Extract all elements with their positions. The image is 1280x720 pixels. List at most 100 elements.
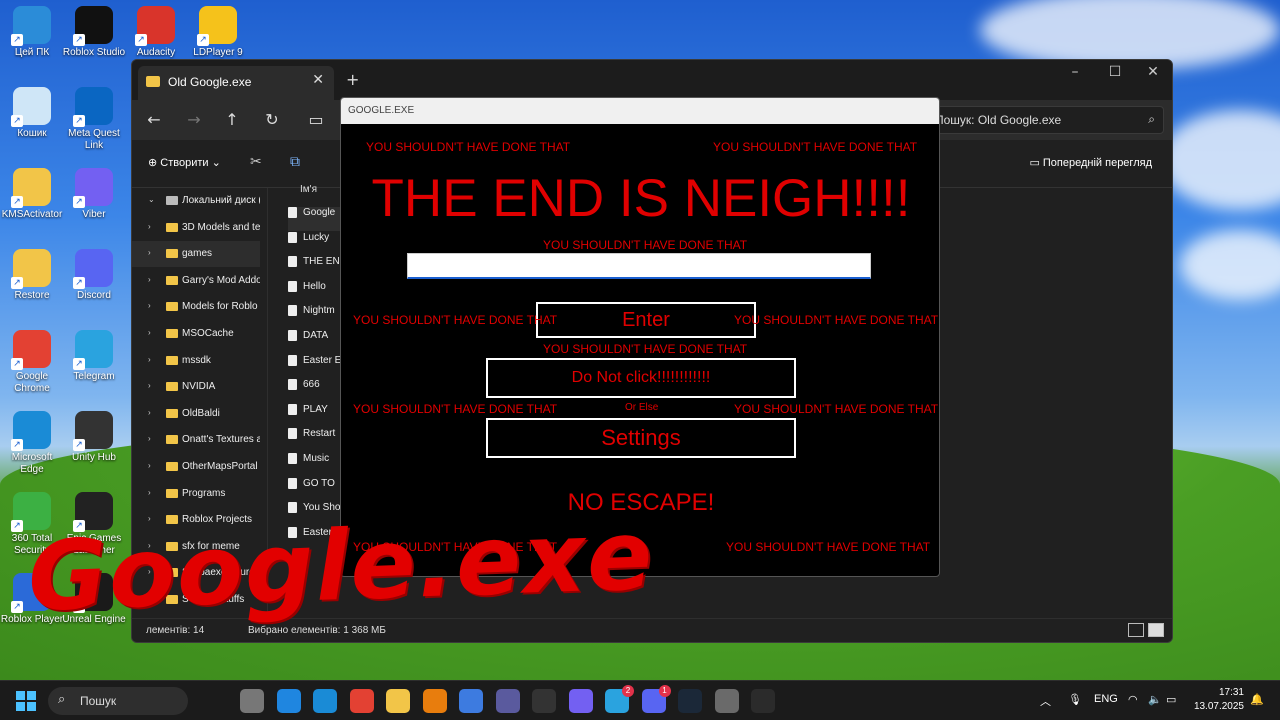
sidebar-item[interactable]: ⌄ Локальний диск (l: [132, 188, 260, 214]
sidebar-item[interactable]: › 3D Models and te: [132, 215, 260, 241]
copy-icon[interactable]: ⧉: [290, 154, 300, 170]
refresh-icon[interactable]: ↻: [260, 110, 284, 129]
chevron-icon[interactable]: ›: [148, 222, 151, 231]
discord-icon[interactable]: 1: [641, 685, 671, 713]
sidebar-item[interactable]: › mssdk: [132, 348, 260, 374]
desktop-icon[interactable]: ↗ Restore: [0, 249, 64, 302]
chevron-icon[interactable]: ›: [148, 355, 151, 364]
forward-arrow-icon[interactable]: →: [182, 110, 206, 129]
desktop-icon[interactable]: ↗ Discord: [62, 249, 126, 302]
edge-icon[interactable]: [313, 689, 337, 713]
chevron-icon[interactable]: ›: [148, 275, 151, 284]
desktop-icon[interactable]: ↗ Viber: [62, 168, 126, 221]
up-arrow-icon[interactable]: ↑: [220, 110, 244, 129]
search-input[interactable]: Пошук: Old Google.exe ⌕: [928, 106, 1164, 134]
close-tab-icon[interactable]: ✕: [312, 72, 324, 88]
language-indicator[interactable]: ENG: [1094, 693, 1118, 705]
desktop-icon[interactable]: ↗ Unity Hub: [62, 411, 126, 464]
close-window-button[interactable]: ✕: [1138, 64, 1168, 80]
file-list-item[interactable]: Music: [288, 453, 329, 477]
tiles-view-icon[interactable]: [1148, 623, 1164, 637]
desktop-icon[interactable]: ↗ Google Chrome: [0, 330, 64, 395]
eyedropper-icon[interactable]: [459, 689, 483, 713]
monitor-icon[interactable]: ▭: [304, 110, 328, 129]
desktop-icon[interactable]: ↗ Telegram: [62, 330, 126, 383]
chevron-icon[interactable]: ›: [148, 434, 151, 443]
taskbar-search[interactable]: ⌕ Пошук: [48, 687, 188, 715]
telegram-icon[interactable]: 2: [605, 685, 634, 713]
explorer-titlebar[interactable]: Old Google.exe ✕ + – ☐ ✕: [132, 60, 1172, 100]
desktop-icon[interactable]: ↗ Microsoft Edge: [0, 411, 64, 476]
sidebar-item[interactable]: › MSOCache: [132, 321, 260, 347]
chevron-icon[interactable]: ›: [148, 461, 151, 470]
desktop-icon[interactable]: ↗ Roblox Studio: [62, 6, 126, 59]
new-tab-button[interactable]: +: [346, 70, 359, 89]
volume-icon[interactable]: 🔈: [1148, 693, 1162, 706]
chevron-icon[interactable]: ›: [148, 488, 151, 497]
file-list-item[interactable]: PLAY: [288, 403, 328, 428]
cut-icon[interactable]: ✂: [250, 154, 262, 170]
file-list-item[interactable]: Restart: [288, 428, 335, 452]
answer-input[interactable]: [407, 253, 871, 279]
desktop-icon[interactable]: ↗ LDPlayer 9: [186, 6, 250, 59]
settings-icon[interactable]: [714, 689, 739, 713]
maximize-button[interactable]: ☐: [1100, 64, 1130, 80]
terminal-icon[interactable]: [532, 689, 556, 713]
sidebar-item[interactable]: › games: [132, 241, 260, 268]
chevron-icon[interactable]: ›: [148, 248, 151, 257]
start-button[interactable]: [16, 691, 36, 711]
details-view-icon[interactable]: [1128, 623, 1144, 637]
chevron-icon[interactable]: ⌄: [148, 195, 155, 204]
preview-pane-button[interactable]: ▭ Попередній перегляд: [1029, 156, 1152, 169]
viber-icon[interactable]: [568, 689, 593, 713]
sidebar-item[interactable]: › Onatt's Textures a: [132, 427, 260, 453]
sidebar-item[interactable]: › NVIDIA: [132, 374, 260, 400]
desktop-icon[interactable]: ↗ Кошик: [0, 87, 64, 140]
sidebar-item[interactable]: › Garry's Mod Addo: [132, 268, 260, 294]
explorer-icon[interactable]: [386, 689, 410, 713]
do-not-click-button[interactable]: Do Not click!!!!!!!!!!!!: [486, 358, 796, 398]
minimize-button[interactable]: –: [1060, 64, 1090, 80]
chrome-icon[interactable]: [349, 689, 374, 713]
sidebar-item[interactable]: › Models for Roblo: [132, 294, 260, 320]
file-list-item[interactable]: Easter E: [288, 354, 341, 379]
steam-icon[interactable]: [678, 689, 702, 713]
explorer-tab[interactable]: Old Google.exe ✕: [138, 66, 334, 100]
file-list-item[interactable]: Google: [288, 207, 348, 231]
settings-button[interactable]: Settings: [486, 418, 796, 458]
file-list-item[interactable]: Lucky: [288, 231, 329, 256]
tray-chevron-icon[interactable]: ︿: [1040, 693, 1051, 709]
desktop-icon[interactable]: ↗ Цей ПК: [0, 6, 64, 59]
sidebar-item[interactable]: › OldBaldi: [132, 401, 260, 427]
blender-icon[interactable]: [422, 689, 447, 713]
chevron-icon[interactable]: ›: [148, 408, 151, 417]
back-arrow-icon[interactable]: ←: [142, 110, 166, 129]
task-view-icon[interactable]: [240, 689, 264, 713]
chevron-icon[interactable]: ›: [148, 301, 151, 310]
desktop-icon[interactable]: ↗ Audacity: [124, 6, 188, 59]
battery-icon[interactable]: ▭: [1166, 693, 1176, 706]
enter-button[interactable]: Enter: [536, 302, 756, 338]
google-exe-titlebar[interactable]: GOOGLE.EXE: [341, 98, 939, 124]
file-list-item[interactable]: GO TO: [288, 477, 335, 502]
sidebar-item[interactable]: › Programs: [132, 481, 260, 507]
chevron-icon[interactable]: ›: [148, 381, 151, 390]
file-list-item[interactable]: Hello: [288, 280, 326, 305]
file-list-item[interactable]: 666: [288, 379, 320, 403]
clock[interactable]: 17:31 13.07.2025: [1194, 686, 1244, 714]
notifications-bell-icon[interactable]: 🔔: [1250, 693, 1264, 706]
editor-icon[interactable]: [495, 689, 520, 713]
shortcut-arrow-icon: ↗: [73, 277, 85, 289]
obs-icon[interactable]: [751, 689, 775, 713]
file-list-item[interactable]: THE EN: [288, 256, 340, 280]
microphone-icon[interactable]: 🎙: [1068, 693, 1082, 706]
wifi-icon[interactable]: ◠: [1128, 693, 1138, 706]
desktop-icon[interactable]: ↗ KMSActivator: [0, 168, 64, 221]
create-button[interactable]: ⊕ Створити ⌄: [148, 156, 221, 169]
store-icon[interactable]: [276, 689, 301, 713]
file-list-item[interactable]: Nightm: [288, 305, 335, 329]
sidebar-item[interactable]: › OtherMapsPortal: [132, 454, 260, 480]
chevron-icon[interactable]: ›: [148, 328, 151, 337]
file-list-item[interactable]: DATA: [288, 330, 328, 354]
desktop-icon[interactable]: ↗ Meta Quest Link: [62, 87, 126, 152]
